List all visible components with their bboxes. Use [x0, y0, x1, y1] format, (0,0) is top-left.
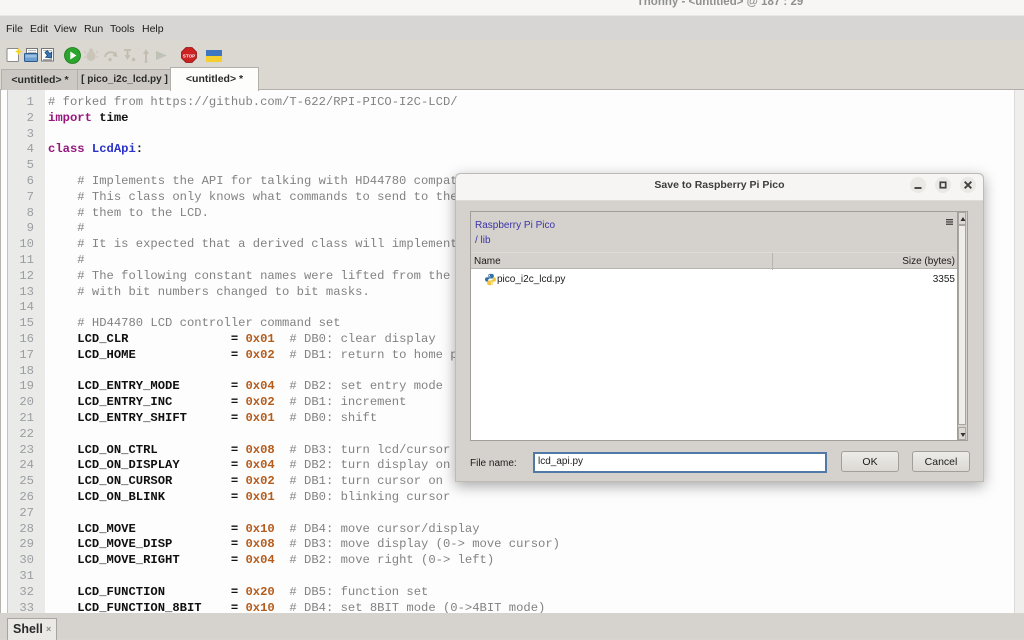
svg-text:STOP: STOP — [183, 54, 195, 59]
